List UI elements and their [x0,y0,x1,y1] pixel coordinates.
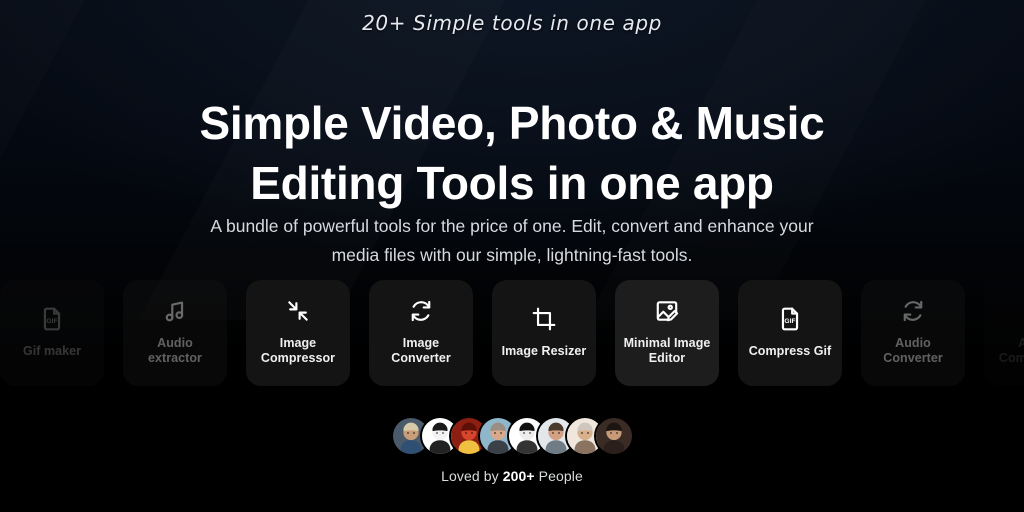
svg-text:GIF: GIF [784,317,795,324]
tool-card-label: Gif maker [22,343,82,358]
heading-line-2: Editing Tools in one app [250,156,774,209]
tool-card-compress-gif[interactable]: GIF Compress Gif [738,280,842,386]
compress-icon [285,298,311,324]
tool-card-image-resizer[interactable]: Image Resizer [492,280,596,386]
avatar-group [0,418,1024,454]
crop-icon [531,306,557,332]
heading-line-1: Simple Video, Photo & Music [199,96,825,149]
tool-card-label: Audio extractor [148,336,202,365]
tool-card-label: Compress Gif [748,343,832,358]
tool-card-label: Image Converter [391,336,451,365]
tool-card-label: Audio Converter [883,336,943,365]
tool-card-label: Image Resizer [501,343,587,358]
loved-prefix: Loved by [441,468,503,484]
tool-card-minimal-image-editor[interactable]: Minimal Image Editor [615,280,719,386]
loved-suffix: People [534,468,583,484]
image-edit-icon [654,298,680,324]
gif-file-icon: GIF [777,306,803,332]
music-note-icon [162,298,188,324]
page-title: Simple Video, Photo & Music Editing Tool… [0,93,1024,213]
tool-card-gif-maker[interactable]: GIF Gif maker [0,280,104,386]
tool-card-label: Minimal Image Editor [623,336,711,365]
subheading-line-1: A bundle of powerful tools for the price… [210,215,814,236]
tool-card-label: Image Compressor [260,336,336,365]
tool-card-audio-converter[interactable]: Audio Converter [861,280,965,386]
hero-section: 20+ Simple tools in one app Simple Video… [0,0,1024,512]
tool-card-label: Audio Compressor [998,336,1024,365]
gif-file-icon: GIF [39,306,65,332]
tool-card-audio-compressor[interactable]: Audio Compressor [984,280,1024,386]
tool-card-image-compressor[interactable]: Image Compressor [246,280,350,386]
loved-count: 200+ [502,468,535,484]
tools-carousel[interactable]: GIF Gif maker Audio extractor Image Compres… [0,280,1024,386]
hero-subheading: A bundle of powerful tools for the price… [187,212,837,270]
convert-sync-icon [408,298,434,324]
convert-sync-icon [900,298,926,324]
subheading-line-2: media files with our simple, lightning-f… [331,244,693,265]
tool-card-audio-extractor[interactable]: Audio extractor [123,280,227,386]
svg-text:GIF: GIF [46,317,57,324]
social-proof-text: Loved by 200+ People [0,468,1024,484]
avatar [595,418,632,454]
hero-tagline: 20+ Simple tools in one app [362,11,662,35]
tool-card-image-converter[interactable]: Image Converter [369,280,473,386]
